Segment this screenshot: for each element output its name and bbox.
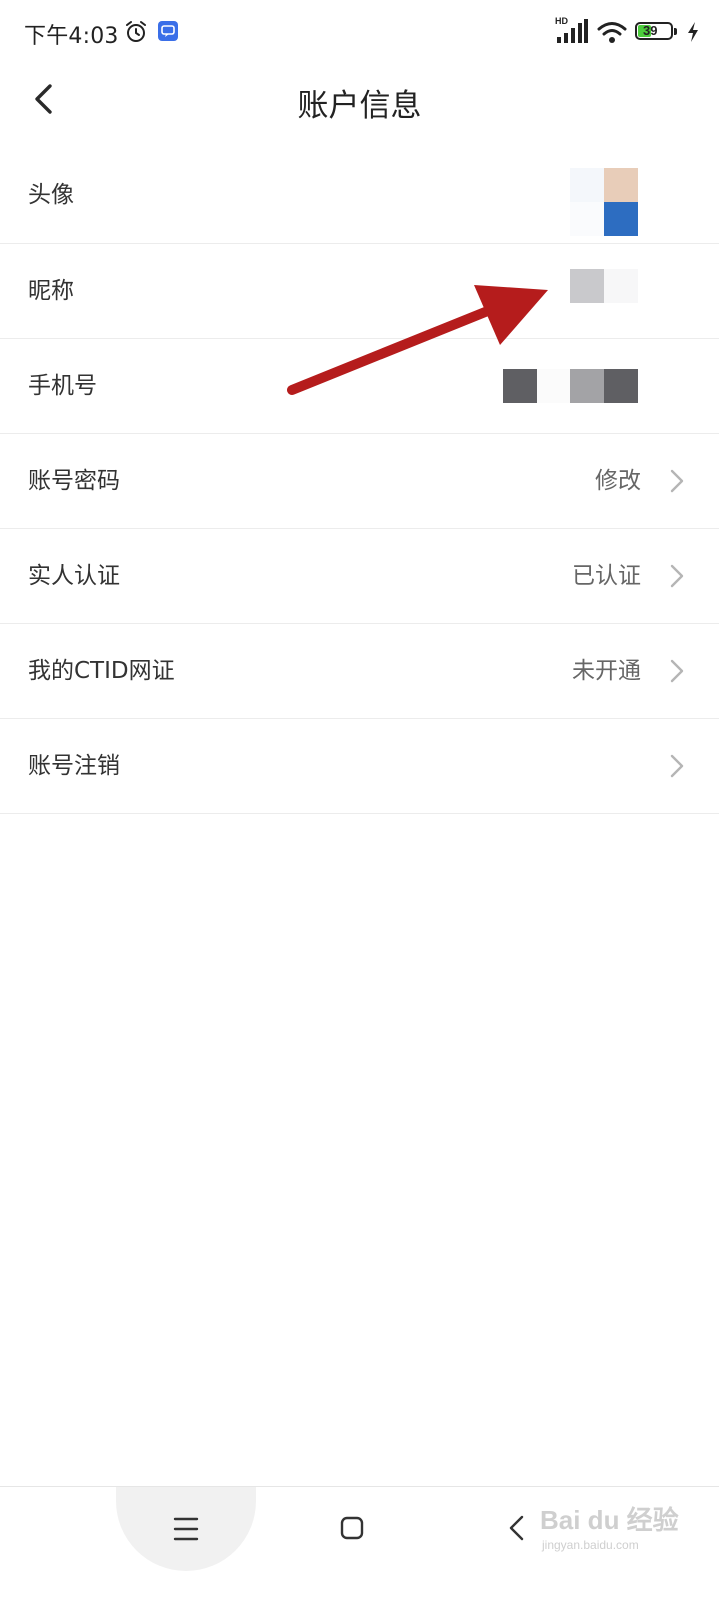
- row-avatar[interactable]: 头像: [0, 148, 719, 244]
- row-real-name-verification[interactable]: 实人认证 已认证: [0, 529, 719, 624]
- status-bar: 下午4:03 HD 39: [0, 0, 719, 64]
- row-value: 已认证: [572, 563, 641, 589]
- row-label: 手机号: [28, 373, 97, 399]
- account-info-list: 头像 昵称 手机号 账号密码 修改 实人认证 已认证 我的CTID网证 未开通 …: [0, 148, 719, 814]
- chevron-right-icon: [670, 659, 684, 683]
- status-time: 下午4:03: [24, 24, 119, 49]
- chevron-right-icon: [670, 754, 684, 778]
- menu-icon: [173, 1517, 199, 1541]
- row-label: 账号密码: [28, 468, 120, 494]
- page-title: 账户信息: [297, 88, 422, 124]
- chevron-right-icon: [670, 469, 684, 493]
- row-account-deletion[interactable]: 账号注销: [0, 719, 719, 814]
- home-button[interactable]: [332, 1511, 372, 1547]
- row-label: 我的CTID网证: [28, 658, 175, 684]
- row-label: 昵称: [28, 278, 74, 304]
- row-nickname[interactable]: 昵称: [0, 244, 719, 339]
- row-label: 头像: [28, 182, 74, 208]
- row-phone[interactable]: 手机号: [0, 339, 719, 434]
- row-label: 账号注销: [28, 753, 120, 779]
- cellular-signal-icon: HD: [555, 16, 589, 45]
- header: 账户信息: [0, 64, 719, 134]
- watermark: Bai du 经验 jingyan.baidu.com: [530, 1494, 690, 1564]
- chat-notification-icon: [158, 21, 178, 41]
- row-label: 实人认证: [28, 563, 120, 589]
- row-password[interactable]: 账号密码 修改: [0, 434, 719, 529]
- battery-icon: 39: [635, 22, 679, 42]
- alarm-clock-icon: [126, 21, 146, 42]
- status-indicators: HD 39: [555, 16, 699, 46]
- row-value: 未开通: [572, 658, 641, 684]
- row-value: 修改: [595, 468, 641, 494]
- wifi-icon: [597, 22, 627, 43]
- home-square-icon: [340, 1516, 364, 1540]
- watermark-main: Bai du 经验: [540, 1505, 679, 1535]
- watermark-sub: jingyan.baidu.com: [542, 1538, 639, 1552]
- menu-button[interactable]: [166, 1511, 206, 1547]
- charging-bolt-icon: [688, 22, 698, 42]
- row-ctid[interactable]: 我的CTID网证 未开通: [0, 624, 719, 719]
- chevron-right-icon: [670, 564, 684, 588]
- battery-level: 39: [643, 23, 658, 38]
